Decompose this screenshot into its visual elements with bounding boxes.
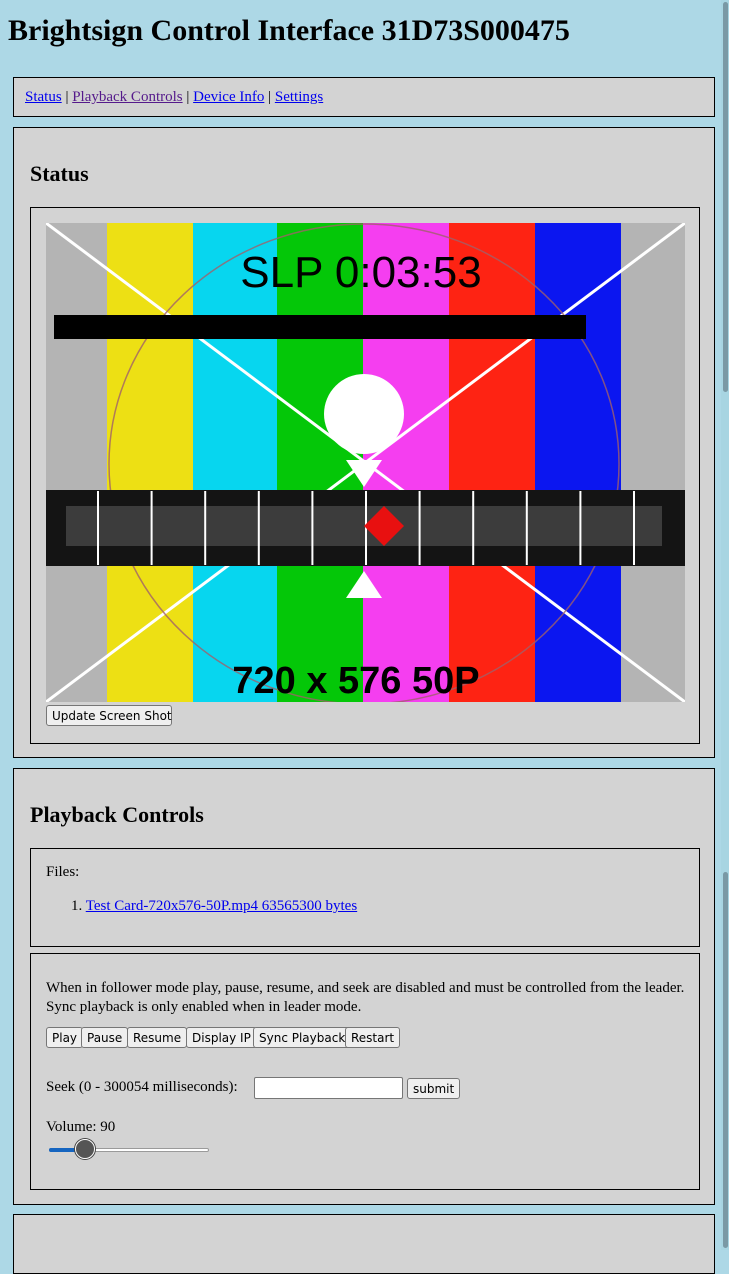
display-ip-button[interactable]: Display IP [186,1027,257,1048]
nav-link-device-info[interactable]: Device Info [193,89,264,105]
test-card-black-bar [54,315,586,339]
screenshot-top-text: SLP 0:03:53 [240,248,481,297]
nav-separator: | [186,89,190,105]
device-info-section [13,1214,715,1274]
seek-label: Seek (0 - 300054 milliseconds): [46,1079,238,1095]
screenshot-bottom-text: 720 x 576 50P [232,660,479,702]
nav-separator: | [65,89,69,105]
scrollbar-thumb[interactable] [723,872,728,1248]
mode-note: When in follower mode play, pause, resum… [46,980,685,1015]
list-item: 1. Test Card-720x576-50P.mp4 63565300 by… [71,898,357,915]
nav-link-playback-controls[interactable]: Playback Controls [72,89,182,105]
file-number: 1. [71,898,83,914]
nav-link-status[interactable]: Status [25,89,62,105]
page-scrollbar[interactable] [721,0,729,1250]
scrollbar-thumb[interactable] [723,2,728,392]
files-label: Files: [46,864,80,880]
nav-links: Status | Playback Controls | Device Info… [25,89,323,106]
playback-heading: Playback Controls [30,802,204,827]
volume-slider-thumb[interactable] [75,1139,95,1159]
pause-button[interactable]: Pause [81,1027,129,1048]
nav-link-settings[interactable]: Settings [275,89,323,105]
files-panel: Files: 1. Test Card-720x576-50P.mp4 6356… [30,848,700,947]
seek-submit-button[interactable]: submit [407,1078,461,1099]
test-card-white-circle [324,374,404,454]
volume-label: Volume: 90 [46,1119,116,1135]
screenshot-panel: SLP 0:03:53 720 x 576 50P Update Screen … [30,207,700,744]
sync-playback-button[interactable]: Sync Playback [253,1027,352,1048]
device-screenshot: SLP 0:03:53 720 x 576 50P [46,223,685,702]
resume-button[interactable]: Resume [127,1027,188,1048]
playback-section: Playback Controls Files: 1. Test Card-72… [13,768,715,1205]
nav-separator: | [268,89,272,105]
color-bar [46,223,107,702]
status-heading: Status [30,161,89,186]
file-link[interactable]: Test Card-720x576-50P.mp4 63565300 bytes [86,898,357,914]
controls-panel: When in follower mode play, pause, resum… [30,953,700,1190]
play-button[interactable]: Play [46,1027,84,1048]
seek-input[interactable] [254,1077,403,1099]
color-bar [621,223,685,702]
status-section: Status SLP 0:03:53 720 x 576 50P Update … [13,127,715,758]
nav-bar: Status | Playback Controls | Device Info… [13,77,715,117]
restart-button[interactable]: Restart [345,1027,401,1048]
update-screenshot-button[interactable]: Update Screen Shot [46,705,172,726]
page-title: Brightsign Control Interface 31D73S00047… [8,14,570,47]
